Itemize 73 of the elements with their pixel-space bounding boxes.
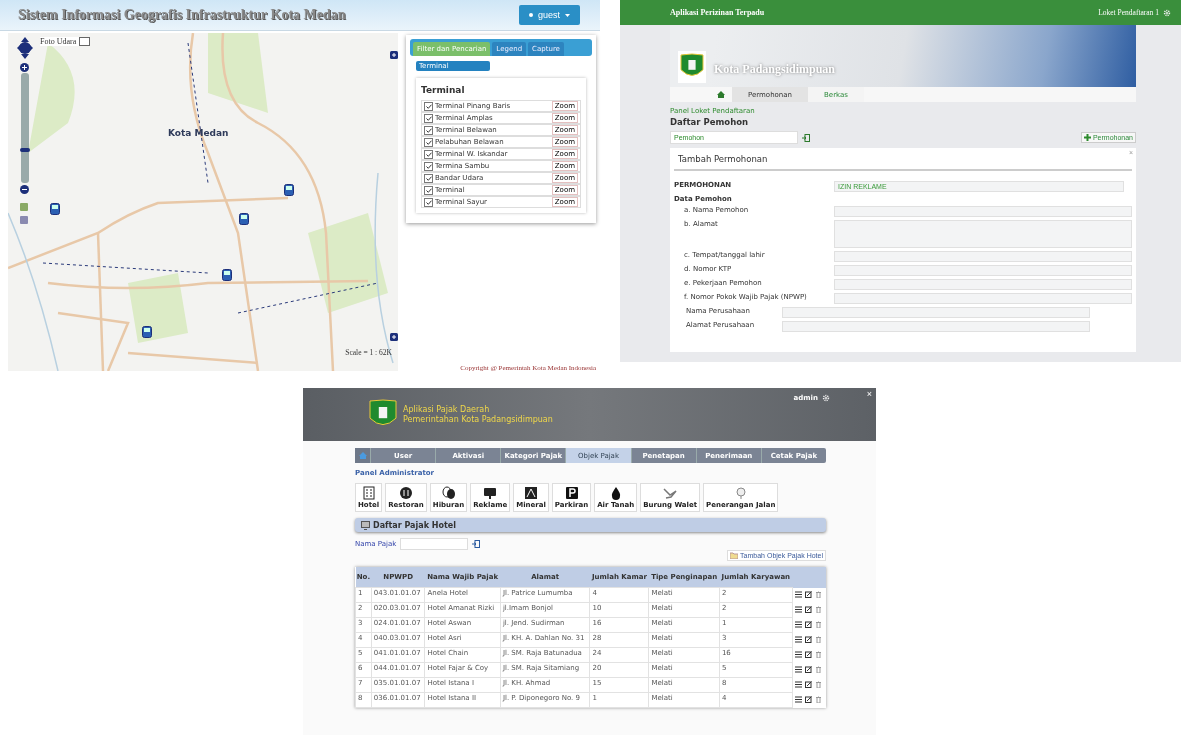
home-icon xyxy=(358,452,367,459)
checkbox[interactable] xyxy=(424,113,433,123)
list-icon[interactable] xyxy=(794,620,802,628)
bus-icon xyxy=(50,203,60,215)
banner-title: Kota Padangsidimpuan xyxy=(714,62,836,79)
input-field[interactable] xyxy=(782,321,1090,332)
input-field[interactable] xyxy=(782,307,1090,318)
checkbox-label: Foto Udara xyxy=(40,37,77,46)
expand-icon[interactable] xyxy=(390,333,398,341)
checkbox[interactable] xyxy=(424,125,433,135)
input-field[interactable] xyxy=(834,293,1132,304)
settings-icon[interactable] xyxy=(1163,8,1171,17)
checkbox[interactable] xyxy=(424,149,433,159)
zoom-in-button[interactable] xyxy=(20,63,29,72)
building-icon xyxy=(361,486,376,500)
input-field[interactable] xyxy=(834,265,1132,276)
bus-icon xyxy=(284,184,294,196)
checkbox[interactable] xyxy=(424,137,433,147)
input-field[interactable] xyxy=(834,279,1132,290)
billboard-icon xyxy=(483,486,498,500)
map-label: Kota Medan xyxy=(168,128,229,138)
checkbox[interactable] xyxy=(424,185,433,195)
settings-icon[interactable] xyxy=(822,394,830,402)
checkbox[interactable] xyxy=(424,101,433,111)
user-menu-button[interactable]: guest xyxy=(518,5,580,25)
checkbox[interactable] xyxy=(424,197,433,207)
enter-icon[interactable] xyxy=(802,133,810,142)
zoom-out-button[interactable] xyxy=(20,185,29,194)
monitor-icon xyxy=(361,520,370,530)
edit-icon[interactable] xyxy=(804,665,812,673)
lamp-icon xyxy=(733,486,748,500)
edit-icon[interactable] xyxy=(804,620,812,628)
list-icon[interactable] xyxy=(794,650,802,658)
page-heading: Daftar Pemohon xyxy=(670,117,750,127)
folder-icon xyxy=(730,552,739,559)
list-icon[interactable] xyxy=(794,635,802,643)
input-field[interactable] xyxy=(834,206,1132,217)
bus-icon xyxy=(222,269,232,281)
home-icon xyxy=(717,91,725,98)
list-icon[interactable] xyxy=(794,605,802,613)
checkbox[interactable] xyxy=(424,173,433,183)
edit-icon[interactable] xyxy=(804,635,812,643)
caret-icon xyxy=(565,13,570,17)
list-icon[interactable] xyxy=(794,665,802,673)
bus-icon xyxy=(142,326,152,338)
app-title: Pemerintahan Kota Padangsidimpuan xyxy=(403,415,553,424)
edit-icon[interactable] xyxy=(804,605,812,613)
app-title: Aplikasi Pajak Daerah xyxy=(403,405,491,414)
close-button[interactable]: × xyxy=(866,389,872,399)
section-heading: Terminal xyxy=(421,85,466,95)
edit-icon[interactable] xyxy=(804,590,812,598)
expand-icon[interactable] xyxy=(390,51,398,59)
app-title: Aplikasi Perizinan Terpadu xyxy=(670,8,765,17)
edit-icon[interactable] xyxy=(804,650,812,658)
edit-icon[interactable] xyxy=(804,695,812,703)
parking-icon xyxy=(564,486,579,500)
section-title: Daftar Pajak Hotel xyxy=(373,520,456,530)
list-icon[interactable] xyxy=(794,680,802,688)
checkbox[interactable] xyxy=(79,37,91,46)
app-title: Sistem Informasi Geografis Infrastruktur Kota Medan xyxy=(18,7,346,23)
checkbox[interactable] xyxy=(424,161,433,171)
search-field[interactable] xyxy=(400,538,469,550)
list-icon[interactable] xyxy=(794,590,802,598)
bus-icon xyxy=(239,213,249,225)
edit-icon[interactable] xyxy=(804,680,812,688)
slider-thumb[interactable] xyxy=(20,148,30,152)
zoom-slider[interactable] xyxy=(21,73,29,183)
enter-icon[interactable] xyxy=(472,540,481,548)
input-field[interactable] xyxy=(834,251,1132,262)
pan-control-icon[interactable] xyxy=(17,37,33,59)
list-icon[interactable] xyxy=(794,695,802,703)
plus-icon xyxy=(1083,134,1091,141)
bird-icon xyxy=(663,486,678,500)
